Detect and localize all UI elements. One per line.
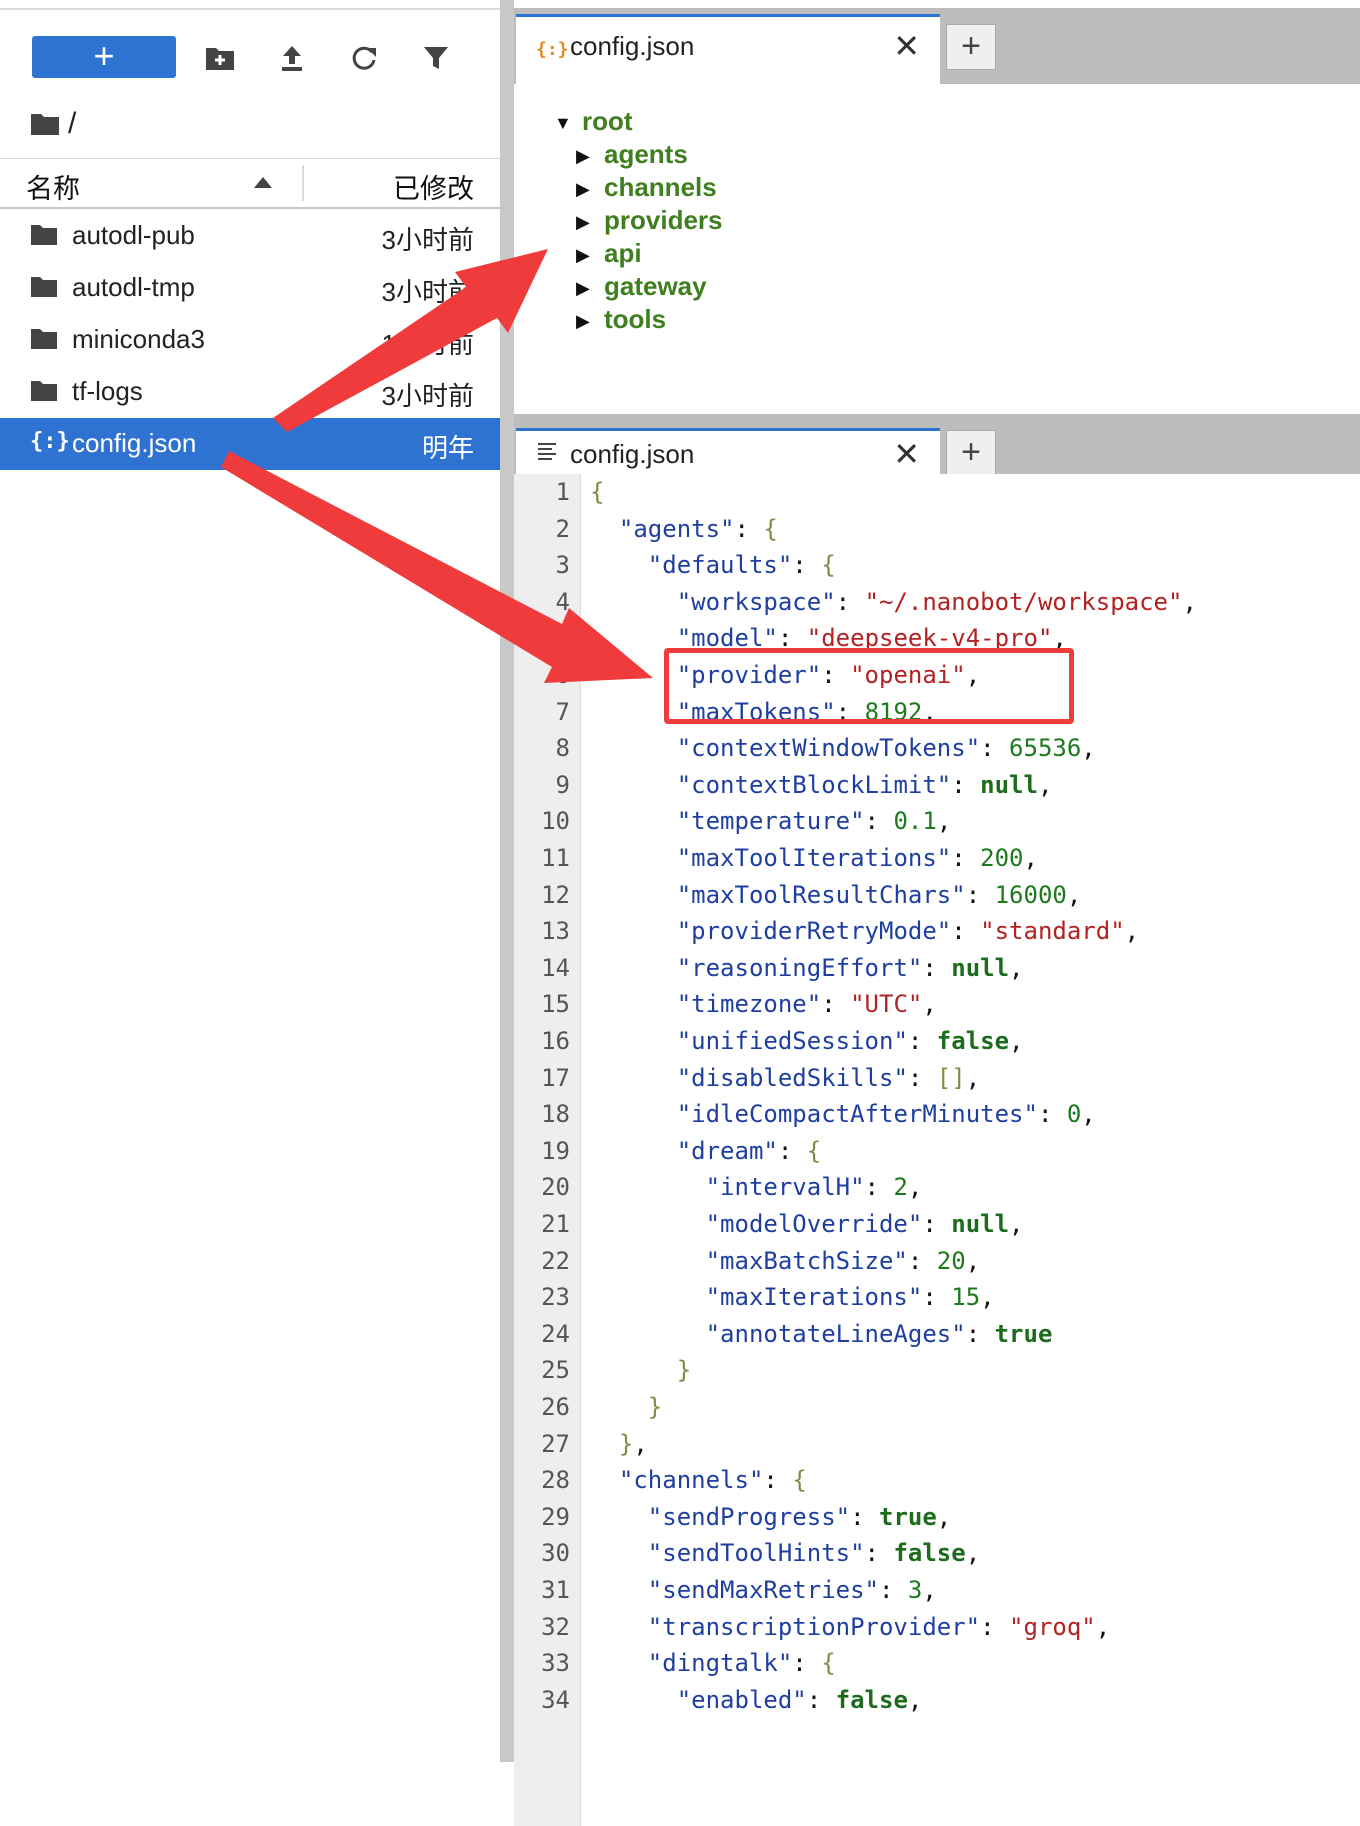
red-arrow-to-tree (273, 249, 548, 432)
red-arrow-to-editor (221, 451, 653, 683)
annotation-arrows (221, 249, 653, 683)
